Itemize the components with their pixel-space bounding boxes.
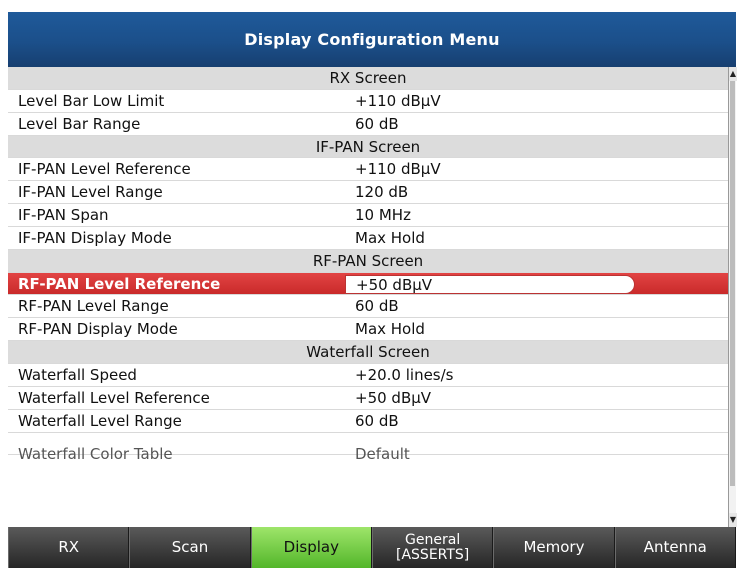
list-item[interactable]: IF-PAN Display Mode Max Hold (8, 227, 728, 250)
item-value: 60 dB (355, 297, 399, 316)
list-item[interactable]: IF-PAN Span 10 MHz (8, 204, 728, 227)
item-label: IF-PAN Level Range (18, 183, 163, 202)
list-item[interactable]: Waterfall Level Range 60 dB (8, 410, 728, 433)
softkey-label: General [ASSERTS] (396, 531, 470, 563)
item-value-editor[interactable]: +50 dBµV (345, 274, 635, 294)
item-label: Waterfall Level Range (18, 411, 182, 430)
config-list: RX Screen Level Bar Low Limit +110 dBµV Lev… (8, 67, 728, 527)
list-item[interactable]: IF-PAN Level Range 120 dB (8, 181, 728, 205)
list-item[interactable]: RF-PAN Level Range 60 dB (8, 295, 728, 319)
item-value: 120 dB (355, 183, 409, 202)
item-label: Level Bar Range (18, 114, 141, 133)
section-header: RF-PAN Screen (8, 249, 728, 273)
item-label: RF-PAN Level Range (18, 297, 169, 316)
section-header: RX Screen (8, 67, 728, 90)
list-item[interactable]: Waterfall Speed +20.0 lines/s (8, 364, 728, 387)
item-label: RF-PAN Level Reference (18, 274, 221, 293)
section-header: IF-PAN Screen (8, 135, 728, 159)
item-value: Max Hold (355, 228, 425, 247)
item-value: 60 dB (355, 114, 399, 133)
item-label: Level Bar Low Limit (18, 91, 165, 110)
item-value: +50 dBµV (355, 388, 432, 407)
softkey-memory[interactable]: Memory (493, 527, 615, 568)
scrollbar[interactable]: ▲ ▼ (728, 67, 737, 527)
scroll-up-icon[interactable]: ▲ (729, 67, 737, 81)
item-value: +110 dBµV (355, 91, 441, 110)
softkey-scan[interactable]: Scan (129, 527, 251, 568)
softkey-general[interactable]: General [ASSERTS] (371, 527, 494, 568)
item-label: Waterfall Level Reference (18, 388, 210, 407)
softkey-label: Scan (171, 538, 209, 556)
item-label: Waterfall Speed (18, 365, 137, 384)
scroll-down-icon[interactable]: ▼ (729, 513, 737, 527)
item-value: 10 MHz (355, 206, 411, 225)
softkey-rx[interactable]: RX (8, 527, 130, 568)
softkey-label: RX (58, 538, 80, 556)
list-item[interactable]: RF-PAN Level Reference +50 dBµV (8, 272, 728, 296)
softkey-label: Display (283, 538, 339, 556)
item-label: IF-PAN Span (18, 206, 109, 225)
item-value: Default (355, 444, 410, 463)
item-value: Max Hold (355, 320, 425, 339)
item-value: +110 dBµV (355, 160, 441, 179)
item-value: +20.0 lines/s (355, 365, 454, 384)
softkey-antenna[interactable]: Antenna (614, 527, 736, 568)
item-label: IF-PAN Display Mode (18, 228, 172, 247)
item-value: 60 dB (355, 411, 399, 430)
scroll-thumb[interactable] (730, 81, 735, 486)
list-item[interactable]: RF-PAN Display Mode Max Hold (8, 318, 728, 342)
softkey-label: Memory (523, 538, 585, 556)
section-header: Waterfall Screen (8, 341, 728, 364)
list-item[interactable]: Level Bar Range 60 dB (8, 113, 728, 136)
item-label: RF-PAN Display Mode (18, 320, 178, 339)
list-item[interactable]: Level Bar Low Limit +110 dBµV (8, 90, 728, 113)
item-label: IF-PAN Level Reference (18, 160, 191, 179)
menu-title: Display Configuration Menu (8, 12, 736, 67)
list-item[interactable]: Waterfall Level Reference +50 dBµV (8, 387, 728, 410)
list-item[interactable]: Waterfall Color Table Default (8, 433, 728, 463)
item-label: Waterfall Color Table (18, 444, 173, 463)
softkey-display[interactable]: Display (250, 527, 372, 568)
softkey-label: Antenna (643, 538, 707, 556)
softkey-bar: RX Scan Display General [ASSERTS] Memory Anten… (8, 527, 736, 568)
list-item[interactable]: IF-PAN Level Reference +110 dBµV (8, 158, 728, 182)
